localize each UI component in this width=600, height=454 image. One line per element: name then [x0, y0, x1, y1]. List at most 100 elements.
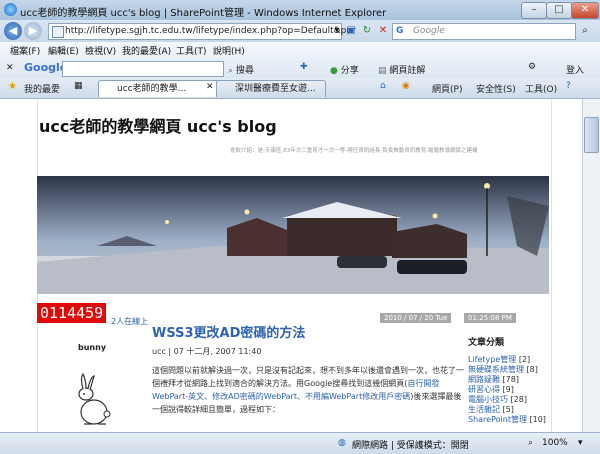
- category-heading: 文章分類: [468, 338, 505, 348]
- tab-grid-icon[interactable]: ▦: [74, 81, 83, 91]
- bookmark-button[interactable]: ▤ 網頁註解: [378, 63, 425, 76]
- google-search-label: 搜尋: [235, 66, 254, 76]
- maximize-button[interactable]: □: [546, 2, 572, 19]
- author-note: 會飲介紹：是-天康區,63年次三重育才一次一等-現任資訊組長-負責推動資訊教育,…: [230, 148, 478, 154]
- tab-active[interactable]: ucc老師的教學...: [98, 80, 222, 97]
- category-name[interactable]: 生活雜記: [468, 405, 500, 414]
- address-field[interactable]: http://lifetype.sgjh.tc.edu.tw/lifetype/…: [48, 23, 356, 40]
- login-button[interactable]: 登入: [566, 63, 584, 76]
- google-search-button[interactable]: ⌕ 搜尋: [228, 63, 254, 76]
- menu-tools[interactable]: 工具(T): [176, 44, 207, 57]
- visitor-counter: 0114459: [37, 303, 107, 323]
- status-bar: ◍ 網際網路 | 受保護模式：開閉 ⌕ 100% ▾: [0, 432, 600, 454]
- favorites-star-icon[interactable]: ★: [8, 81, 17, 92]
- search-field[interactable]: G Google: [392, 23, 576, 40]
- search-placeholder: Google: [413, 26, 445, 36]
- close-button[interactable]: ✕: [571, 2, 599, 19]
- home-icon[interactable]: ⌂: [380, 81, 386, 91]
- category-count: [10]: [529, 415, 546, 424]
- date-badge: 2010 / 07 / 20 Tue: [380, 313, 452, 323]
- google-search-row: ✕ Google ⌕ 搜尋 ✚ ● 分享 ▤ 網頁註解 ⚙ 登入: [0, 60, 600, 78]
- menu-edit[interactable]: 編輯(E): [48, 44, 79, 57]
- share-button[interactable]: ● 分享: [330, 63, 359, 76]
- online-users[interactable]: 2人在線上: [111, 316, 148, 327]
- ie-logo-icon: [4, 3, 17, 16]
- stop-icon[interactable]: ✕: [376, 24, 390, 38]
- page-menu[interactable]: 網頁(P): [432, 82, 462, 95]
- bookmark-icon: ▤: [378, 66, 387, 76]
- tab-inactive-label: 深圳醫療費至女遊...: [235, 84, 316, 94]
- globe-icon: ◍: [338, 438, 346, 448]
- zoom-icon: ⌕: [528, 438, 534, 448]
- blog-title[interactable]: ucc老師的教學網頁 ucc's blog: [39, 113, 277, 137]
- zoom-dropdown-icon[interactable]: ▾: [578, 438, 583, 448]
- category-item[interactable]: SharePoint管理 [10]: [468, 415, 552, 425]
- minimize-button[interactable]: –: [521, 2, 547, 19]
- category-name[interactable]: 電腦小技巧: [468, 395, 508, 404]
- address-url: http://lifetype.sgjh.tc.edu.tw/lifetype/…: [65, 26, 356, 36]
- refresh-icon[interactable]: ↻: [360, 24, 374, 38]
- category-count: [28]: [510, 395, 527, 404]
- bunny-avatar: [70, 372, 114, 430]
- tab-inactive[interactable]: 深圳醫療費至女遊...: [216, 80, 326, 97]
- tab-close-icon[interactable]: ✕: [206, 82, 214, 92]
- back-icon[interactable]: ◀: [4, 22, 22, 40]
- category-count: [2]: [518, 355, 531, 364]
- bookmark-label: 網頁註解: [389, 66, 426, 76]
- category-name[interactable]: SharePoint管理: [468, 415, 527, 424]
- toolbar-close-icon[interactable]: ✕: [6, 63, 14, 73]
- search-icon[interactable]: ⌕: [578, 24, 592, 38]
- google-icon: G: [396, 26, 404, 36]
- google-logo: Google: [24, 61, 68, 74]
- category-name[interactable]: 研習心得: [468, 385, 500, 394]
- address-toolbar: ◀ ▶ http://lifetype.sgjh.tc.edu.tw/lifet…: [0, 20, 600, 42]
- favorites-bar: ★ 我的最愛 ▦ ucc老師的教學... ✕ 深圳醫療費至女遊... ⌂ ◉ 網…: [0, 78, 600, 99]
- forward-icon[interactable]: ▶: [24, 22, 42, 40]
- category-item[interactable]: 電腦小技巧 [28]: [468, 395, 552, 405]
- dropdown-icon[interactable]: ▾: [330, 24, 344, 38]
- menu-view[interactable]: 檢視(V): [85, 44, 116, 57]
- window-title: ucc老師的教學網頁 ucc's blog | SharePoint管理 - W…: [20, 8, 387, 19]
- category-count: [8]: [526, 365, 538, 374]
- tools-menu[interactable]: 工具(O): [525, 82, 557, 95]
- share-icon: ●: [330, 66, 338, 76]
- title-bar: ucc老師的教學網頁 ucc's blog | SharePoint管理 - W…: [0, 0, 600, 20]
- menu-help[interactable]: 說明(H): [213, 44, 245, 57]
- category-item[interactable]: Lifetype管理 [2]: [468, 355, 552, 365]
- share-label: 分享: [340, 66, 359, 76]
- favorites-label[interactable]: 我的最愛: [24, 82, 60, 95]
- feeds-icon[interactable]: ◉: [402, 81, 410, 91]
- wrench-icon[interactable]: ⚙: [528, 62, 536, 72]
- menu-bar: 檔案(F) 編輯(E) 檢視(V) 我的最愛(A) 工具(T) 說明(H): [0, 44, 300, 58]
- scrollbar-thumb[interactable]: [584, 117, 599, 153]
- safety-menu[interactable]: 安全性(S): [476, 82, 516, 95]
- category-item[interactable]: 無硬碟系統管理 [8]: [468, 365, 552, 375]
- compat-view-icon[interactable]: ▣: [344, 24, 358, 38]
- category-count: [78]: [502, 375, 519, 384]
- category-item[interactable]: 研習心得 [9]: [468, 385, 552, 395]
- category-name[interactable]: 網路疑難: [468, 375, 500, 384]
- google-search-input[interactable]: [62, 61, 224, 77]
- category-item[interactable]: 生活雜記 [5]: [468, 405, 552, 415]
- page-icon: [52, 26, 64, 38]
- magnifier-icon: ⌕: [228, 66, 234, 76]
- help-icon[interactable]: ?: [566, 81, 571, 91]
- category-count: [5]: [502, 405, 514, 414]
- category-sidebar: 文章分類 Lifetype管理 [2] 無硬碟系統管理 [8] 網路疑難 [78…: [468, 335, 552, 425]
- category-name[interactable]: Lifetype管理: [468, 355, 516, 364]
- menu-favorites[interactable]: 我的最愛(A): [122, 44, 171, 57]
- category-name[interactable]: 無硬碟系統管理: [468, 365, 524, 374]
- post-meta: ucc | 07 十二月, 2007 11:40: [152, 347, 262, 356]
- security-zone[interactable]: 網際網路 | 受保護模式：開閉: [352, 438, 469, 451]
- post-title[interactable]: WSS3更改AD密碼的方法: [152, 322, 305, 341]
- category-count: [9]: [502, 385, 514, 394]
- zoom-level[interactable]: 100%: [542, 438, 568, 448]
- tab-active-label: ucc老師的教學...: [117, 84, 187, 94]
- google-toolbar: 檔案(F) 編輯(E) 檢視(V) 我的最愛(A) 工具(T) 說明(H) ✕ …: [0, 42, 600, 79]
- post-body: 這個問題以前就解決過一次，只是沒有記起來，想不到多年以後還會遇到一次，也花了一個…: [152, 364, 464, 416]
- menu-file[interactable]: 檔案(F): [10, 44, 40, 57]
- plus-icon[interactable]: ✚: [300, 62, 308, 72]
- avatar-name: bunny: [78, 343, 107, 352]
- category-item[interactable]: 網路疑難 [78]: [468, 375, 552, 385]
- time-badge: 01:25:08 PM: [464, 313, 516, 323]
